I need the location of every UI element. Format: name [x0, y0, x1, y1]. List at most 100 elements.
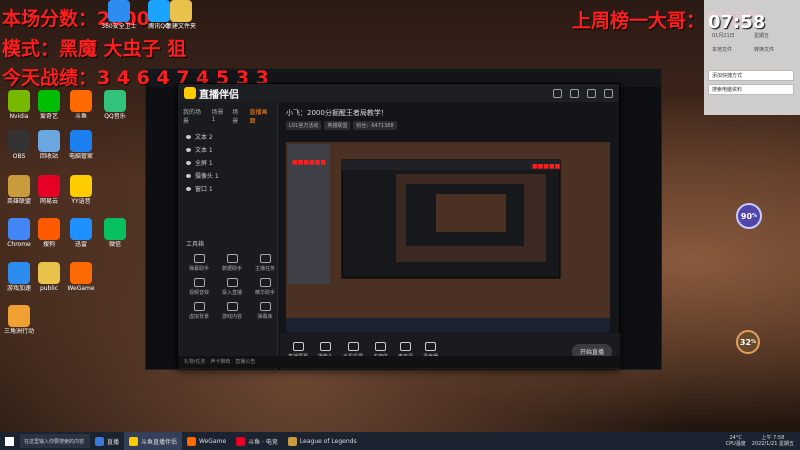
svg-text:■■■■■■: ■■■■■■ — [292, 159, 326, 166]
tab-scene-1[interactable]: 场景1 — [211, 107, 226, 125]
tool-game[interactable]: 游戏内容 — [217, 302, 247, 320]
layer-item[interactable]: 文本 1 — [178, 143, 277, 156]
desktop-icon-label: WeGame — [67, 285, 95, 292]
desktop-icon[interactable]: WeGame — [62, 262, 100, 298]
app-icon — [38, 130, 60, 152]
memory-usage-badge: 32% — [736, 330, 760, 354]
app-icon — [8, 305, 30, 327]
room-tag[interactable]: LOL官方活动 — [286, 121, 322, 130]
app-icon — [38, 90, 60, 112]
panel-convert-files[interactable]: 转换文件 — [754, 46, 774, 53]
app-icon — [70, 175, 92, 197]
desktop-icon[interactable]: 迅雷 — [62, 218, 100, 254]
taskbar: 在这里输入你要搜索的内容 直播 斗鱼直播伴侣 WeGame 斗鱼 · 电竞 Le… — [0, 432, 800, 450]
desktop-icon[interactable]: 微信 — [96, 218, 134, 254]
layer-item[interactable]: 文本 2 — [178, 130, 277, 143]
taskbar-search[interactable]: 在这里输入你要搜索的内容 — [20, 434, 90, 448]
tool-sound[interactable]: 视频音效 — [184, 278, 214, 296]
eye-icon[interactable] — [186, 134, 191, 139]
tool-danmu[interactable]: 弹幕助手 — [184, 254, 214, 272]
desktop-icon[interactable]: 360安全卫士 — [100, 0, 138, 36]
eye-icon[interactable] — [186, 173, 191, 178]
tool-input[interactable]: 投入直播 — [217, 278, 247, 296]
room-tags: LOL官方活动 英雄联盟 粉丝：6471388 — [286, 121, 614, 130]
app-icon — [70, 90, 92, 112]
app-icon — [38, 175, 60, 197]
taskbar-item[interactable]: 斗鱼 · 电竞 — [231, 432, 283, 450]
clock-widget: 07:58 01月21日 星期五 本地文件 转换文件 添加快捷方式 搜索电脑资料 — [704, 0, 800, 115]
tool-icon — [259, 302, 271, 311]
desktop-icon-label: 微信 — [108, 241, 121, 248]
eye-icon[interactable] — [186, 147, 191, 152]
tab-live-screen[interactable]: 直播画面 — [250, 107, 272, 125]
minimize-icon[interactable] — [587, 88, 596, 98]
logo-icon — [184, 87, 196, 99]
streaming-app-window[interactable]: 直播伴侣 我的场景 场景1 场景 直播画面 文本 2 文本 1 全屏 1 摄像头… — [177, 83, 621, 369]
close-icon[interactable] — [604, 88, 613, 98]
window-titlebar: 直播伴侣 — [178, 84, 619, 102]
app-icon — [70, 218, 92, 240]
desktop-icon-label: YY语音 — [71, 198, 91, 205]
desktop-icon-label: QQ音乐 — [104, 113, 126, 120]
taskbar-item[interactable]: 斗鱼直播伴侣 — [124, 432, 183, 450]
preview-recursive-image: ■■■■■■ ■■■■■ — [286, 142, 610, 332]
speaker-icon — [425, 342, 437, 351]
clock-time: 07:58 — [708, 12, 766, 33]
app-logo: 直播伴侣 — [184, 86, 239, 101]
status-line: 礼物/任务 · 声卡推荐 · 直播公告 — [178, 356, 621, 368]
desktop-icon-label: 迅雷 — [74, 241, 87, 248]
tool-bg[interactable]: 虚拟背景 — [184, 302, 214, 320]
tool-tasks[interactable]: 主播任务 — [250, 254, 280, 272]
desktop-icon[interactable]: 新建文件夹 — [162, 0, 200, 36]
room-info: 小飞：2000分掘醒王者局教学！ LOL官方活动 英雄联盟 粉丝：6471388 — [280, 102, 620, 136]
taskbar-clock[interactable]: 上午 7:58 2022/1/21 星期五 — [752, 435, 794, 447]
taskbar-item[interactable]: League of Legends — [283, 432, 362, 450]
tab-scene[interactable]: 场景 — [232, 107, 243, 125]
app-icon — [8, 130, 30, 152]
phone-icon — [347, 342, 359, 351]
app-icon — [108, 0, 130, 22]
room-title[interactable]: 小飞：2000分掘醒王者局教学！ — [286, 108, 614, 118]
desktop-icon-label: 360安全卫士 — [101, 23, 137, 30]
app-icon — [236, 436, 246, 446]
settings-icon[interactable] — [553, 88, 562, 98]
tool-data[interactable]: 数据助手 — [217, 254, 247, 272]
taskbar-item[interactable]: 直播 — [90, 432, 124, 450]
system-tray: 24°C CPU温度 上午 7:58 2022/1/21 星期五 — [726, 435, 800, 447]
tool-highlight[interactable]: 精华助手 — [250, 278, 280, 296]
layer-item[interactable]: 摄像头 1 — [178, 169, 277, 182]
app-icon — [8, 90, 30, 112]
menu-icon[interactable] — [570, 88, 579, 98]
app-icon — [70, 262, 92, 284]
app-icon — [287, 436, 297, 446]
eye-icon[interactable] — [186, 186, 191, 191]
camera-icon — [320, 342, 332, 351]
live-preview[interactable]: ■■■■■■ ■■■■■ — [286, 142, 610, 332]
room-tag[interactable]: 英雄联盟 — [324, 121, 351, 130]
desktop-icon[interactable]: 电脑管家 — [62, 130, 100, 166]
app-icon — [129, 436, 139, 446]
desktop-icon[interactable]: QQ音乐 — [96, 90, 134, 126]
desktop-icon[interactable]: 斗鱼 — [62, 90, 100, 126]
app-icon — [104, 218, 126, 240]
start-button[interactable] — [0, 432, 18, 450]
mic-icon — [400, 342, 412, 351]
app-icon — [38, 218, 60, 240]
tab-my-scenes[interactable]: 我的场景 — [183, 107, 205, 125]
eye-icon[interactable] — [186, 160, 191, 165]
tool-danmu-lib[interactable]: 弹幕库 — [250, 302, 280, 320]
panel-search[interactable]: 搜索电脑资料 — [708, 84, 794, 95]
mode-overlay: 模式：黑魔 大虫子 狙 — [2, 38, 187, 60]
panel-add-shortcut[interactable]: 添加快捷方式 — [708, 70, 794, 81]
panel-local-files[interactable]: 本地文件 — [712, 46, 732, 53]
clock-week: 星期五 — [754, 33, 770, 39]
tool-icon — [193, 302, 205, 311]
desktop-icon[interactable]: 三角洲行动 — [0, 305, 38, 341]
windows-icon — [4, 436, 14, 446]
tool-icon — [259, 278, 271, 287]
taskbar-item[interactable]: WeGame — [182, 432, 231, 450]
layer-item[interactable]: 窗口 1 — [178, 182, 277, 195]
layer-item[interactable]: 全屏 1 — [178, 156, 277, 169]
svg-text:■■■■■: ■■■■■ — [532, 163, 561, 170]
desktop-icon[interactable]: YY语音 — [62, 175, 100, 211]
